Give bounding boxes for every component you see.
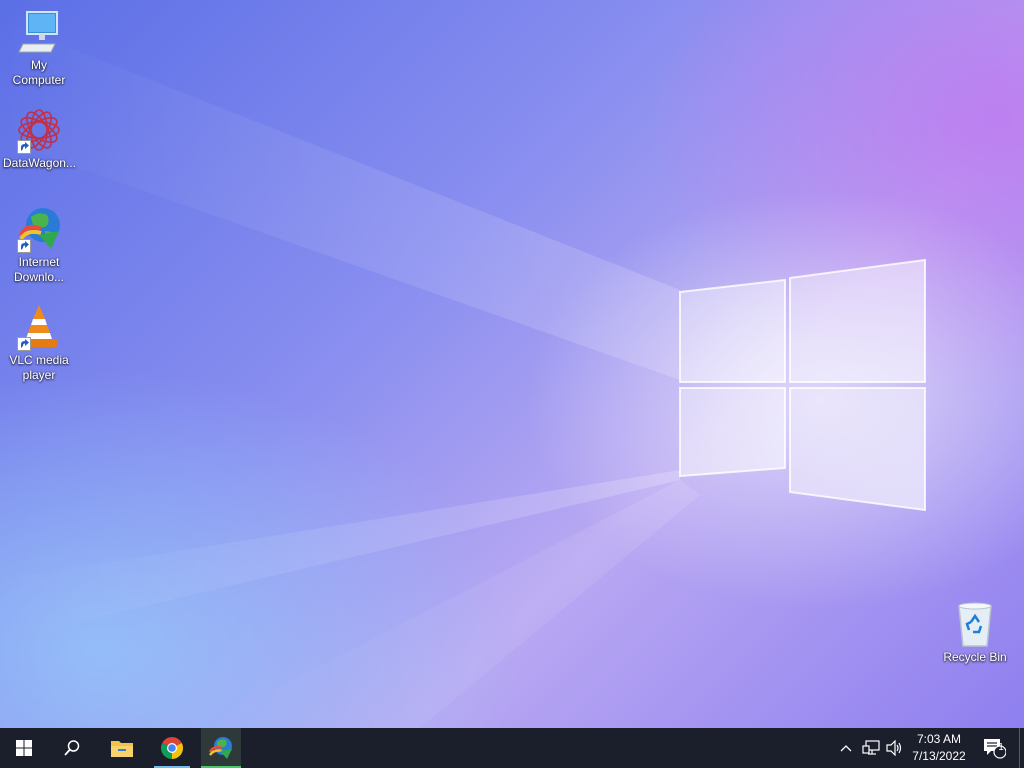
search-icon <box>64 740 80 756</box>
action-center-button[interactable]: 1 <box>978 728 1010 768</box>
shortcut-arrow-icon <box>17 337 31 351</box>
vlc-cone-icon <box>15 303 63 351</box>
show-hidden-icons-button[interactable] <box>836 728 856 768</box>
vlc-desktop-icon[interactable]: VLC media player <box>1 303 77 383</box>
volume-tray-button[interactable] <box>884 728 906 768</box>
idm-globe-icon <box>208 737 232 759</box>
windows-start-icon <box>16 740 32 756</box>
datawagon-logo-icon <box>15 106 63 154</box>
shortcut-arrow-icon <box>17 140 31 154</box>
start-button[interactable] <box>0 728 48 768</box>
network-icon <box>862 740 880 755</box>
idm-globe-icon <box>15 205 63 253</box>
my-computer-label: My Computer <box>12 58 66 87</box>
vlc-label-line2: player <box>22 368 56 382</box>
chrome-taskbar-button[interactable] <box>152 728 192 768</box>
network-tray-button[interactable] <box>860 728 882 768</box>
file-explorer-taskbar-button[interactable] <box>98 728 146 768</box>
recycle-bin-label: Recycle Bin <box>943 650 1007 664</box>
clock-time: 7:03 AM <box>916 732 962 746</box>
speaker-icon <box>886 740 902 756</box>
my-computer-desktop-icon[interactable]: My Computer <box>1 8 77 88</box>
taskbar: 7:03 AM 7/13/2022 1 <box>0 728 1024 768</box>
chrome-icon <box>160 736 184 759</box>
windows-wallpaper-logo <box>0 20 926 728</box>
idm-label-line1: Internet <box>18 255 60 269</box>
search-button[interactable] <box>48 728 96 768</box>
datawagon-desktop-icon[interactable]: DataWagon... <box>1 106 77 171</box>
chevron-up-icon <box>840 745 852 752</box>
internet-download-manager-desktop-icon[interactable]: Internet Downlo... <box>1 205 77 285</box>
desktop[interactable]: My Computer DataWagon... Internet Downlo… <box>0 0 1024 728</box>
clock-date: 7/13/2022 <box>912 749 966 763</box>
idm-label-line2: Downlo... <box>13 270 65 284</box>
vlc-label-line1: VLC media <box>9 353 69 367</box>
folder-icon <box>111 741 133 757</box>
idm-taskbar-button[interactable] <box>201 728 241 768</box>
show-desktop-button[interactable] <box>1019 728 1024 768</box>
datawagon-label: DataWagon... <box>3 156 76 170</box>
notification-count-badge: 1 <box>998 742 1004 753</box>
recycle-bin-icon <box>951 600 999 648</box>
shortcut-arrow-icon <box>17 239 31 253</box>
taskbar-clock[interactable]: 7:03 AM 7/13/2022 <box>904 728 974 768</box>
computer-icon <box>15 8 63 56</box>
recycle-bin-desktop-icon[interactable]: Recycle Bin <box>937 600 1013 665</box>
